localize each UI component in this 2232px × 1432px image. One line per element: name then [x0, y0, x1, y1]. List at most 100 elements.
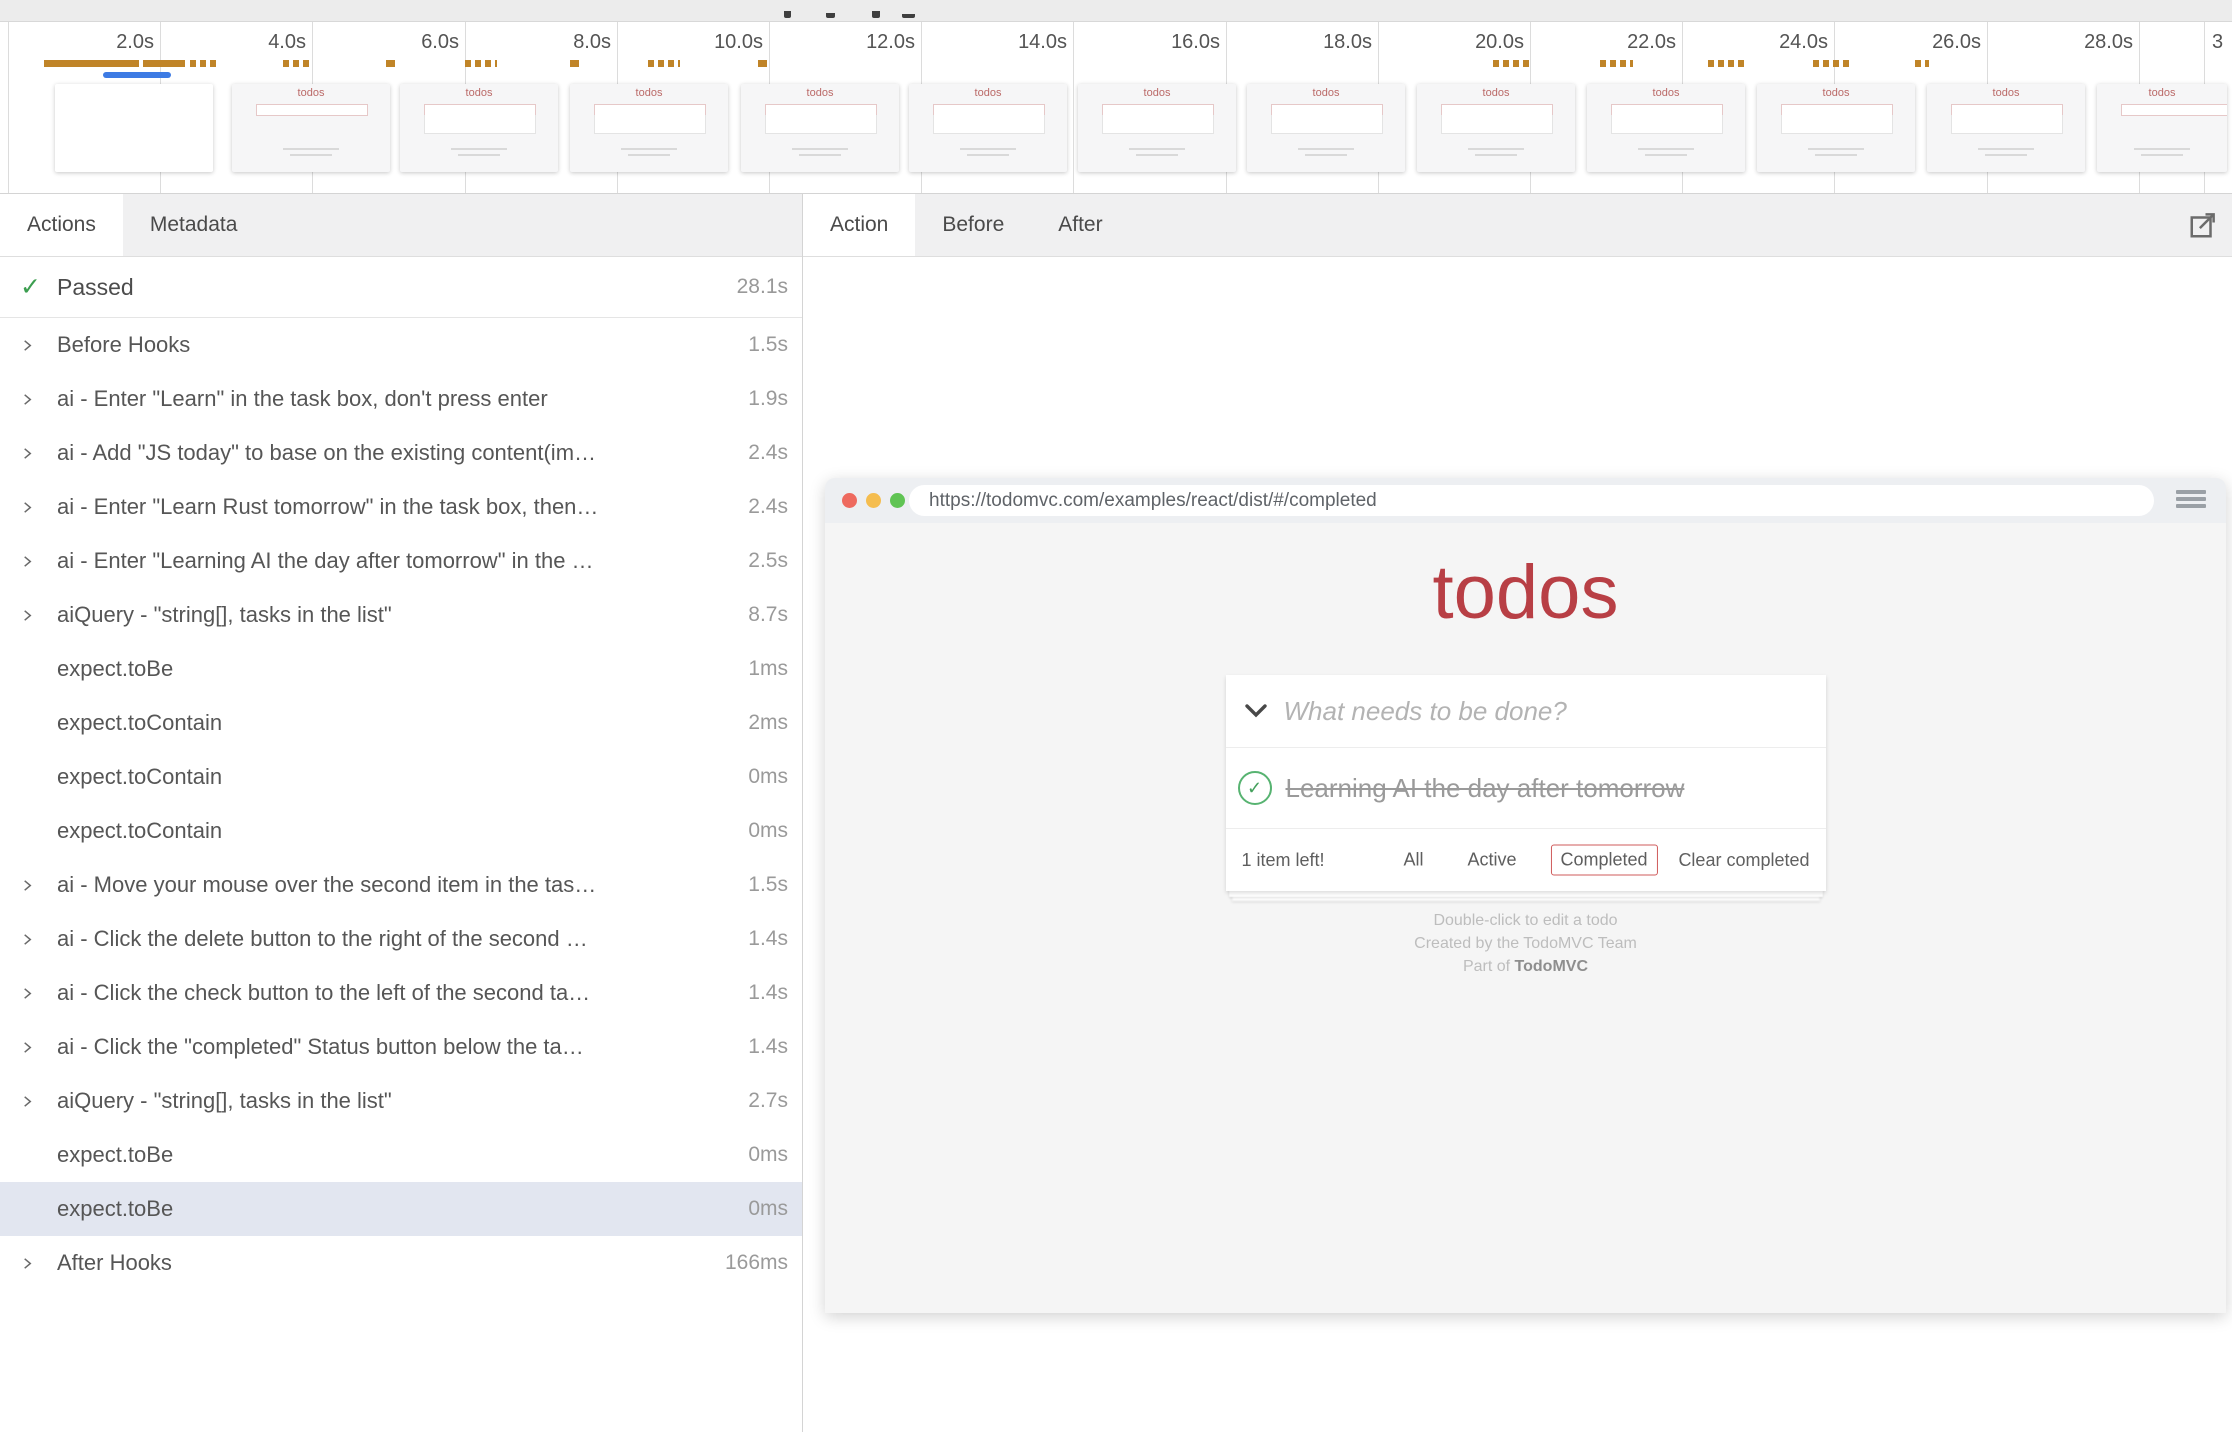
top-toolbar-clipped — [0, 0, 2232, 22]
thumbnail-footnote-line — [621, 148, 677, 150]
filmstrip-thumbnail[interactable]: todos — [232, 84, 390, 172]
thumbnail-footnote-line — [1129, 148, 1185, 150]
action-row[interactable]: expect.toContain2ms — [0, 696, 802, 750]
thumbnail-footnote-line — [1136, 154, 1178, 156]
chevron-right-icon — [20, 1094, 35, 1109]
thumbnail-footnote-line — [799, 154, 841, 156]
filter-active: Active — [1457, 845, 1526, 876]
todo-footer: 1 item left! AllActiveCompleted Clear co… — [1226, 829, 1826, 891]
timeline-tick-label: 20.0s — [1475, 31, 1524, 54]
thumbnail-footnote-line — [290, 154, 332, 156]
action-row[interactable]: expect.toBe0ms — [0, 1182, 802, 1236]
browser-screenshot[interactable]: https://todomvc.com/examples/react/dist/… — [825, 478, 2226, 1313]
thumbnail-footnote-line — [2134, 148, 2190, 150]
thumbnail-todos-title: todos — [1757, 87, 1915, 99]
thumbnail-todos-title: todos — [1417, 87, 1575, 99]
row-expand-chevron[interactable] — [20, 446, 57, 461]
action-row[interactable]: expect.toBe1ms — [0, 642, 802, 696]
filmstrip-thumbnail[interactable]: todos — [741, 84, 899, 172]
row-expand-chevron[interactable] — [20, 338, 57, 353]
snapshot-content: https://todomvc.com/examples/react/dist/… — [803, 257, 2232, 1432]
tab-after[interactable]: After — [1031, 194, 1129, 256]
timeline-tick-label-clipped: 3 — [2212, 31, 2223, 54]
check-icon: ✓ — [20, 272, 57, 302]
action-row[interactable]: aiQuery - "string[], tasks in the list" 8… — [0, 588, 802, 642]
filmstrip-thumbnail[interactable]: todos — [2097, 84, 2227, 172]
chevron-right-icon — [20, 1256, 35, 1271]
timeline-tick-label: 28.0s — [2084, 31, 2133, 54]
thumbnail-footnote-line — [1645, 154, 1687, 156]
action-row[interactable]: ai - Enter "Learning AI the day after to… — [0, 534, 802, 588]
todo-info-line: Created by the TodoMVC Team — [825, 932, 2226, 955]
tab-action-label: Action — [830, 213, 888, 237]
action-row-label: After Hooks — [57, 1250, 713, 1276]
action-row[interactable]: ai - Click the check button to the left … — [0, 966, 802, 1020]
filmstrip-thumbnail[interactable]: todos — [1078, 84, 1236, 172]
thumbnail-footnote-line — [628, 154, 670, 156]
action-row-duration: 0ms — [748, 765, 788, 789]
action-row[interactable]: ai - Move your mouse over the second ite… — [0, 858, 802, 912]
row-expand-chevron[interactable] — [20, 554, 57, 569]
open-snapshot-icon[interactable] — [2188, 210, 2218, 240]
timeline[interactable]: 2.0s4.0s6.0s8.0s10.0s12.0s14.0s16.0s18.0… — [0, 22, 2232, 194]
action-row[interactable]: Before Hooks1.5s — [0, 318, 802, 372]
action-row[interactable]: ai - Click the delete button to the righ… — [0, 912, 802, 966]
filmstrip-thumbnail[interactable]: todos — [570, 84, 728, 172]
action-activity-bar — [190, 60, 216, 67]
row-expand-chevron[interactable] — [20, 1094, 57, 1109]
thumbnail-todos-title: todos — [741, 87, 899, 99]
action-activity-bar — [648, 60, 680, 67]
tab-before[interactable]: Before — [915, 194, 1031, 256]
action-row-label: expect.toBe — [57, 1142, 736, 1168]
filmstrip-thumbnail[interactable]: todos — [1757, 84, 1915, 172]
row-expand-chevron[interactable] — [20, 500, 57, 515]
action-activity-bar — [570, 60, 579, 67]
action-row-label: aiQuery - "string[], tasks in the list" — [57, 602, 736, 628]
row-expand-chevron[interactable] — [20, 392, 57, 407]
timeline-tick-label: 6.0s — [421, 31, 459, 54]
tab-actions[interactable]: Actions — [0, 194, 123, 256]
traffic-light-zoom-icon — [890, 493, 905, 508]
clear-completed-label: Clear completed — [1678, 850, 1809, 871]
action-row[interactable]: ai - Add "JS today" to base on the exist… — [0, 426, 802, 480]
filmstrip-thumbnail[interactable]: todos — [1927, 84, 2085, 172]
action-row-label: aiQuery - "string[], tasks in the list" — [57, 1088, 736, 1114]
row-expand-chevron[interactable] — [20, 1256, 57, 1271]
action-row-duration: 0ms — [748, 1143, 788, 1167]
thumbnail-footnote-line — [960, 148, 1016, 150]
action-activity-bar — [1600, 60, 1633, 67]
filmstrip-thumbnail[interactable] — [55, 84, 213, 172]
filmstrip-thumbnail[interactable]: todos — [400, 84, 558, 172]
filmstrip-thumbnail[interactable]: todos — [909, 84, 1067, 172]
row-expand-chevron[interactable] — [20, 932, 57, 947]
todo-item-text: Learning AI the day after tomorrow — [1286, 773, 1685, 804]
action-row[interactable]: aiQuery - "string[], tasks in the list"2… — [0, 1074, 802, 1128]
filmstrip-thumbnail[interactable]: todos — [1417, 84, 1575, 172]
action-row-label: ai - Move your mouse over the second ite… — [57, 872, 736, 898]
row-expand-chevron[interactable] — [20, 878, 57, 893]
filmstrip-thumbnail[interactable]: todos — [1587, 84, 1745, 172]
thumbnail-todos-title: todos — [1587, 87, 1745, 99]
action-row-duration: 166ms — [725, 1251, 788, 1275]
action-row[interactable]: ai - Enter "Learn" in the task box, don'… — [0, 372, 802, 426]
tab-actions-label: Actions — [27, 213, 96, 237]
action-row[interactable]: ai - Click the "completed" Status button… — [0, 1020, 802, 1074]
row-expand-chevron[interactable] — [20, 1040, 57, 1055]
row-expand-chevron[interactable] — [20, 986, 57, 1001]
tab-metadata[interactable]: Metadata — [123, 194, 265, 256]
action-row[interactable]: After Hooks 166ms — [0, 1236, 802, 1290]
row-expand-chevron[interactable] — [20, 608, 57, 623]
tab-action[interactable]: Action — [803, 194, 915, 256]
action-row[interactable]: expect.toBe 0ms — [0, 1128, 802, 1182]
snapshot-panel: Action Before After — [803, 194, 2232, 1432]
timeline-tick-label: 10.0s — [714, 31, 763, 54]
action-row[interactable]: expect.toContain0ms — [0, 804, 802, 858]
action-row-label: expect.toContain — [57, 710, 736, 736]
action-row-duration: 8.7s — [748, 603, 788, 627]
action-row-label: expect.toContain — [57, 764, 736, 790]
filmstrip-thumbnail[interactable]: todos — [1247, 84, 1405, 172]
action-activity-bar — [386, 60, 395, 67]
action-row[interactable]: expect.toContain 0ms — [0, 750, 802, 804]
action-row[interactable]: ai - Enter "Learn Rust tomorrow" in the … — [0, 480, 802, 534]
action-row-label: expect.toBe — [57, 656, 736, 682]
